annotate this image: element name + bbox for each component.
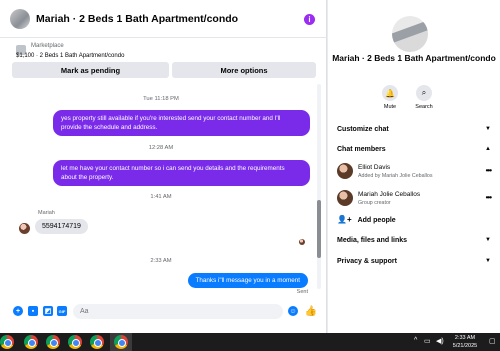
mute-label: Mute — [383, 104, 397, 110]
chevron-down-icon: ▼ — [485, 126, 491, 132]
timestamp: 2:33 AM — [150, 258, 172, 264]
member-row[interactable]: Elliot Davis Added by Mariah Jolie Cebal… — [337, 161, 492, 181]
bell-icon: 🔔 — [382, 85, 398, 101]
clock-date: 5/21/2025 — [452, 343, 478, 349]
marketplace-label: Marketplace — [31, 43, 64, 49]
notification-icon[interactable]: ▢ — [489, 337, 496, 345]
chat-thumbnail[interactable] — [10, 8, 30, 29]
scroll-track — [317, 84, 321, 289]
chrome-icon[interactable] — [46, 335, 60, 349]
customize-chat-section[interactable]: Customize chat ▼ — [337, 126, 491, 138]
customize-chat-label: Customize chat — [337, 126, 389, 133]
timestamp: Tue 11:18 PM — [143, 96, 179, 102]
chrome-icon[interactable] — [24, 335, 38, 349]
sticker-icon[interactable]: ◩ — [43, 306, 53, 316]
member-row[interactable]: Mariah Jolie Ceballos Group creator ••• — [337, 188, 492, 208]
member-subtitle: Added by Mariah Jolie Ceballos — [358, 173, 433, 179]
info-icon[interactable]: i — [304, 14, 315, 25]
conversation-name: Mariah · 2 Beds 1 Bath Apartment/condo — [332, 53, 496, 63]
message-bubble[interactable]: yes property still available if you're i… — [53, 110, 310, 136]
chevron-down-icon: ▼ — [485, 237, 491, 243]
member-subtitle: Group creator — [358, 200, 391, 206]
timestamp: 1:41 AM — [150, 194, 172, 200]
avatar — [337, 163, 353, 179]
plus-icon[interactable]: + — [13, 306, 23, 316]
more-options-icon[interactable]: ••• — [486, 193, 492, 202]
taskbar: ^ ▭ ◀) 2:33 AM 5/21/2025 ▢ — [0, 333, 500, 351]
add-people-label: Add people — [357, 217, 396, 224]
system-clock[interactable]: 2:33 AM 5/21/2025 — [446, 334, 484, 350]
chat-members-section[interactable]: Chat members ▲ — [337, 146, 491, 158]
member-name: Mariah Jolie Ceballos — [358, 191, 421, 198]
volume-icon[interactable]: ◀) — [436, 337, 444, 345]
chrome-icon[interactable] — [114, 335, 128, 349]
media-label: Media, files and links — [337, 237, 408, 244]
chat-members-label: Chat members — [337, 146, 386, 153]
chevron-up-icon: ▲ — [485, 146, 491, 152]
add-person-icon: 👤+ — [337, 215, 352, 224]
emoji-icon[interactable]: ☺ — [288, 306, 298, 316]
chat-title[interactable]: Mariah · 2 Beds 1 Bath Apartment/condo — [36, 13, 238, 25]
clock-time: 2:33 AM — [454, 335, 476, 341]
marketplace-listing[interactable]: Marketplace $1,100 · 2 Beds 1 Bath Apart… — [10, 40, 317, 64]
gif-icon[interactable]: GIF — [57, 306, 67, 316]
chevron-up-icon[interactable]: ^ — [414, 337, 417, 344]
chrome-icon[interactable] — [90, 335, 104, 349]
message-bubble[interactable]: 5594174719 — [35, 219, 88, 234]
mute-button[interactable]: 🔔 Mute — [378, 85, 402, 110]
privacy-section[interactable]: Privacy & support ▼ — [337, 258, 491, 270]
sender-name: Mariah — [38, 210, 55, 216]
conversation-details-panel: Mariah · 2 Beds 1 Bath Apartment/condo 🔔… — [328, 0, 500, 333]
message-input[interactable] — [73, 304, 283, 319]
member-name: Elliot Davis — [358, 164, 391, 171]
chevron-down-icon: ▼ — [485, 258, 491, 264]
network-icon[interactable]: ▭ — [424, 337, 431, 345]
listing-summary: $1,100 · 2 Beds 1 Bath Apartment/condo — [16, 53, 125, 59]
message-bubble[interactable]: Thanks i"ll message you in a moment — [187, 273, 308, 288]
search-button[interactable]: ⌕ Search — [412, 85, 436, 110]
scroll-thumb[interactable] — [317, 200, 321, 258]
sender-avatar[interactable] — [19, 223, 30, 234]
thumbs-up-icon[interactable]: 👍 — [305, 306, 317, 317]
image-icon[interactable]: ▪ — [28, 306, 38, 316]
message-list[interactable]: ... ... ... ... ... ... ... ... ... Tue … — [0, 82, 322, 296]
chrome-icon[interactable] — [0, 335, 14, 349]
more-options-icon[interactable]: ••• — [486, 166, 492, 175]
timestamp: 12:28 AM — [148, 145, 174, 151]
read-receipt-avatar — [299, 239, 305, 245]
scrollbar[interactable] — [316, 82, 321, 296]
chat-header: Mariah · 2 Beds 1 Bath Apartment/condo i — [0, 0, 327, 38]
privacy-label: Privacy & support — [337, 258, 397, 265]
media-section[interactable]: Media, files and links ▼ — [337, 237, 491, 249]
chat-window: Mariah · 2 Beds 1 Bath Apartment/condo i… — [0, 0, 327, 333]
sent-status: Sent — [296, 289, 308, 295]
avatar — [337, 190, 353, 206]
truncated-message: ... ... ... ... ... ... ... ... ... — [58, 82, 116, 84]
message-bubble[interactable]: let me have your contact number so i can… — [53, 160, 310, 186]
search-label: Search — [415, 104, 433, 110]
more-options-button[interactable]: More options — [172, 62, 316, 78]
mark-as-pending-button[interactable]: Mark as pending — [12, 62, 169, 78]
chrome-icon[interactable] — [68, 335, 82, 349]
conversation-photo[interactable] — [392, 16, 428, 52]
add-people-button[interactable]: 👤+ Add people — [337, 215, 396, 224]
search-icon: ⌕ — [416, 85, 432, 101]
composer: + ▪ ◩ GIF ☺ 👍 — [0, 300, 327, 324]
